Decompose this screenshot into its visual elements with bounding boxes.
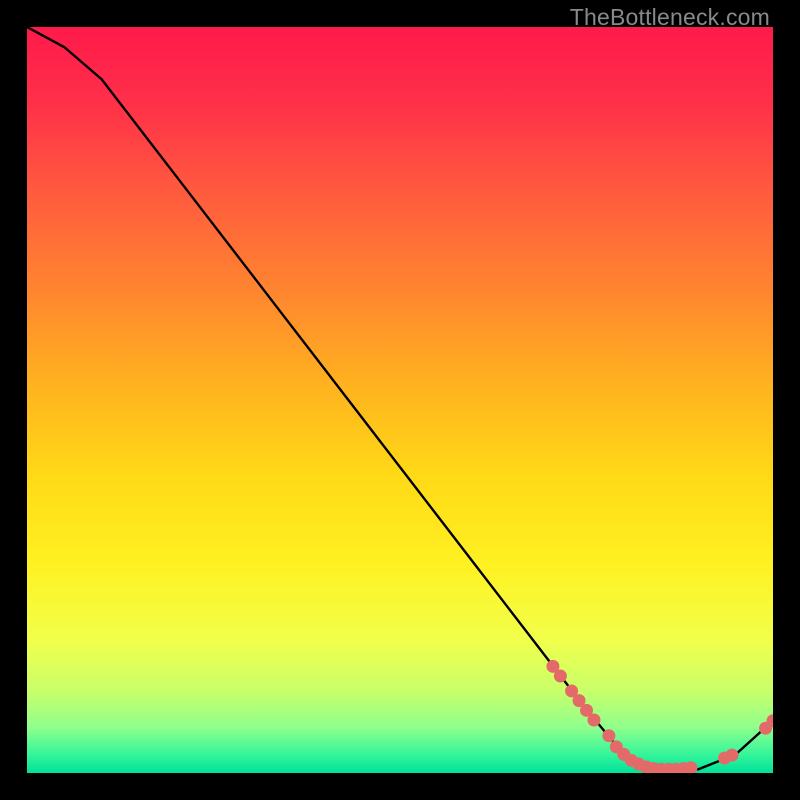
marker-dot (725, 749, 738, 762)
marker-dot (554, 670, 567, 683)
watermark-text: TheBottleneck.com (570, 4, 770, 31)
plot-area (27, 27, 773, 773)
marker-dot (602, 729, 615, 742)
plot-svg (27, 27, 773, 773)
marker-dot (587, 714, 600, 727)
chart-stage: TheBottleneck.com (0, 0, 800, 800)
gradient-bg (27, 27, 773, 773)
